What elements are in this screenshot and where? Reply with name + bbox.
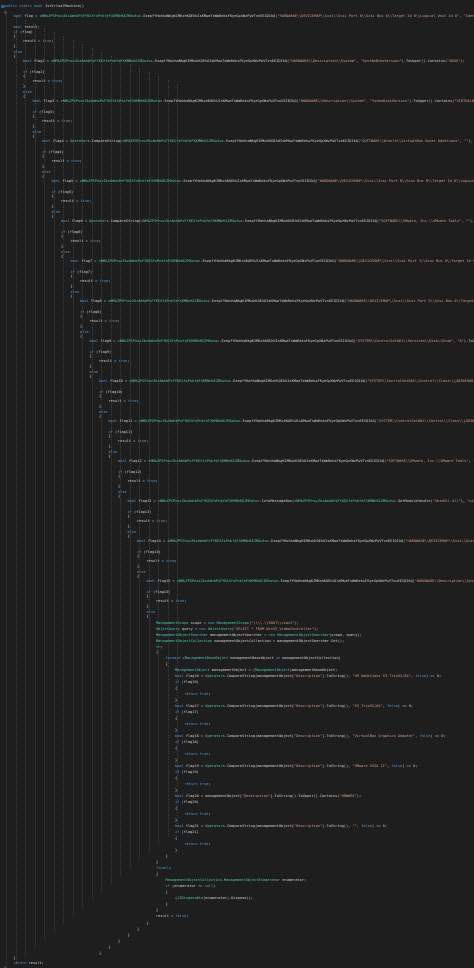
code-line: bool flag8 = zNMkZPSPnxzZkzAmhbPxFYKEXfs… — [80, 299, 474, 303]
code-line: bool flag10 = zNMkZPSPnxzZkzAmhbPxFYKEXf… — [99, 379, 474, 383]
code-line: bool flag4 = Operators.CompareString(zNM… — [42, 139, 473, 143]
code-line: bool flag2 = zNMkZPSPnxzZkzAmhbPxFYKEXfs… — [23, 59, 465, 63]
code-line: bool flag11 = zNMkZPSPnxzZkzAmhbPxFYKEXf… — [108, 419, 474, 423]
code-line: bool flag13 = zNMkZPSPnxzZkzAmhbPxFYKEXf… — [127, 499, 474, 503]
code-line: bool flag14 = zNMkZPSPnxzZkzAmhbPxFYKEXf… — [137, 539, 474, 543]
code-line: bool flag7 = zNMkZPSPnxzZkzAmhbPxFYKEXfs… — [70, 259, 474, 263]
code-line: result = false; — [156, 914, 189, 918]
code-line: bool flag9 = zNMkZPSPnxzZkzAmhbPxFYKEXfs… — [89, 339, 474, 343]
breakpoint-marker[interactable] — [1, 5, 4, 8]
code-line: bool flag12 = zNMkZPSPnxzZkzAmhbPxFYKEXf… — [118, 459, 474, 463]
code-line: bool flag15 = zNMkZPSPnxzZkzAmhbPxFYKEXf… — [146, 579, 474, 583]
code-line: { — [146, 614, 149, 618]
code-line: bool flag6 = Operators.CompareString(zNM… — [61, 219, 474, 223]
code-line: bool flag3 = zNMkZPSPnxzZkzAmhbPxFYKEXfs… — [32, 99, 474, 103]
code-line: bool flag5 = zNMkZPSPnxzZkzAmhbPxFYKEXfs… — [51, 179, 474, 183]
code-line: bool flag = zNMkZPSPnxzZkzAmhbPxFYKEXfsP… — [13, 14, 474, 18]
code-editor[interactable]: public static bool IsVirtualMachine(){bo… — [0, 0, 474, 968]
